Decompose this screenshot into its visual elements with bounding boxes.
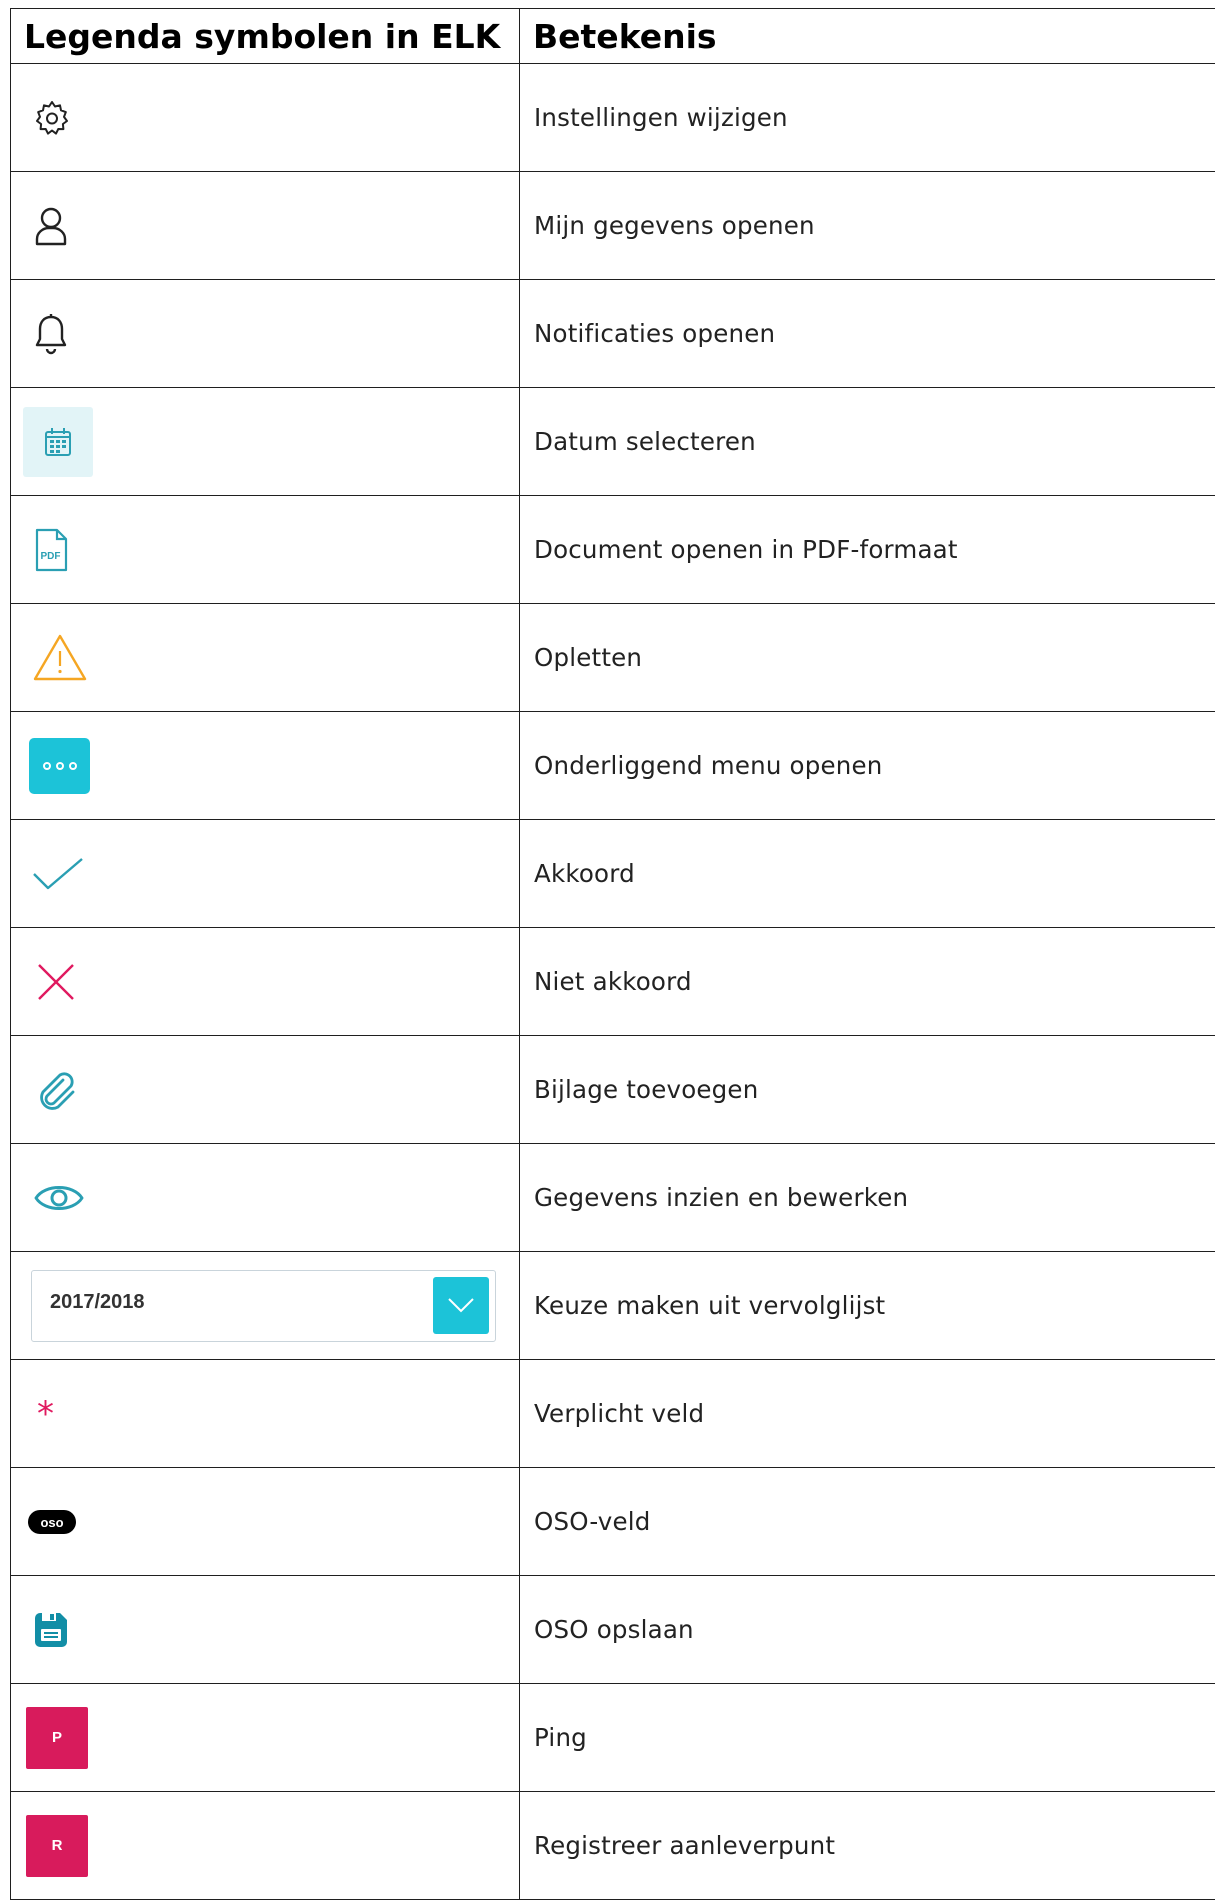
svg-text:PDF: PDF (41, 551, 61, 562)
gear-icon[interactable] (33, 99, 71, 137)
symbol-cell: 2017/2018 (10, 1251, 520, 1360)
header-row: Legenda symbolen in ELK Betekenis (10, 8, 1215, 64)
table-row: Instellingen wijzigen (10, 63, 1215, 172)
symbol-cell: P (10, 1683, 520, 1792)
table-row: Akkoord (10, 819, 1215, 928)
meaning-cell: OSO-veld (519, 1467, 1215, 1576)
symbol-cell: PDF (10, 495, 520, 604)
symbol-cell (10, 387, 520, 496)
header-symbol: Legenda symbolen in ELK (10, 8, 520, 64)
check-icon[interactable] (32, 857, 84, 891)
paperclip-icon[interactable] (35, 1068, 79, 1112)
header-meaning: Betekenis (519, 8, 1215, 64)
table-row: Mijn gegevens openen (10, 171, 1215, 280)
legend-table: Legenda symbolen in ELK Betekenis Instel… (10, 8, 1215, 1900)
register-button[interactable]: R (26, 1814, 88, 1877)
meaning-cell: Bijlage toevoegen (519, 1035, 1215, 1144)
symbol-cell (10, 1575, 520, 1684)
symbol-cell: * (10, 1359, 520, 1468)
table-row: Niet akkoord (10, 927, 1215, 1036)
chevron-down-icon[interactable] (433, 1276, 489, 1334)
symbol-cell: R (10, 1791, 520, 1900)
cross-icon[interactable] (36, 962, 76, 1002)
table-row: Bijlage toevoegen (10, 1035, 1215, 1144)
meaning-cell: Gegevens inzien en bewerken (519, 1143, 1215, 1252)
meaning-cell: Instellingen wijzigen (519, 63, 1215, 172)
user-icon[interactable] (34, 206, 68, 246)
table-row: Datum selecteren (10, 387, 1215, 496)
table-row: 2017/2018 Keuze maken uit vervolglijst (10, 1251, 1215, 1360)
meaning-cell: Keuze maken uit vervolglijst (519, 1251, 1215, 1360)
table-row: Opletten (10, 603, 1215, 712)
meaning-cell: Niet akkoord (519, 927, 1215, 1036)
symbol-cell (10, 603, 520, 712)
symbol-cell (10, 819, 520, 928)
symbol-cell (10, 927, 520, 1036)
meaning-cell: Registreer aanleverpunt (519, 1791, 1215, 1900)
season-dropdown[interactable]: 2017/2018 (31, 1269, 496, 1342)
symbol-cell (10, 63, 520, 172)
meaning-cell: Akkoord (519, 819, 1215, 928)
symbol-cell (10, 171, 520, 280)
pdf-icon[interactable]: PDF (34, 528, 68, 572)
symbol-cell (10, 1143, 520, 1252)
meaning-cell: Ping (519, 1683, 1215, 1792)
meaning-cell: Document openen in PDF-formaat (519, 495, 1215, 604)
meaning-cell: Notificaties openen (519, 279, 1215, 388)
table-row: Onderliggend menu openen (10, 711, 1215, 820)
symbol-cell (10, 711, 520, 820)
table-row: R Registreer aanleverpunt (10, 1791, 1215, 1900)
save-icon[interactable] (33, 1611, 69, 1649)
table-row: OSO opslaan (10, 1575, 1215, 1684)
ping-button[interactable]: P (26, 1706, 88, 1769)
meaning-cell: Opletten (519, 603, 1215, 712)
table-row: P Ping (10, 1683, 1215, 1792)
meaning-cell: Mijn gegevens openen (519, 171, 1215, 280)
warning-icon (32, 633, 88, 683)
meaning-cell: OSO opslaan (519, 1575, 1215, 1684)
table-row: Notificaties openen (10, 279, 1215, 388)
table-row: PDF Document openen in PDF-formaat (10, 495, 1215, 604)
more-menu-icon[interactable] (29, 737, 90, 794)
dropdown-value: 2017/2018 (50, 1290, 145, 1313)
meaning-cell: Onderliggend menu openen (519, 711, 1215, 820)
meaning-cell: Verplicht veld (519, 1359, 1215, 1468)
table-row: * Verplicht veld (10, 1359, 1215, 1468)
eye-icon[interactable] (33, 1181, 85, 1215)
asterisk-icon: * (37, 1393, 54, 1434)
oso-badge-icon: oso (27, 1508, 77, 1536)
calendar-icon[interactable] (23, 406, 93, 477)
symbol-cell (10, 279, 520, 388)
meaning-cell: Datum selecteren (519, 387, 1215, 496)
symbol-cell (10, 1035, 520, 1144)
table-row: Gegevens inzien en bewerken (10, 1143, 1215, 1252)
symbol-cell: oso (10, 1467, 520, 1576)
svg-text:oso: oso (40, 1515, 63, 1530)
bell-icon[interactable] (34, 313, 68, 355)
table-row: oso OSO-veld (10, 1467, 1215, 1576)
